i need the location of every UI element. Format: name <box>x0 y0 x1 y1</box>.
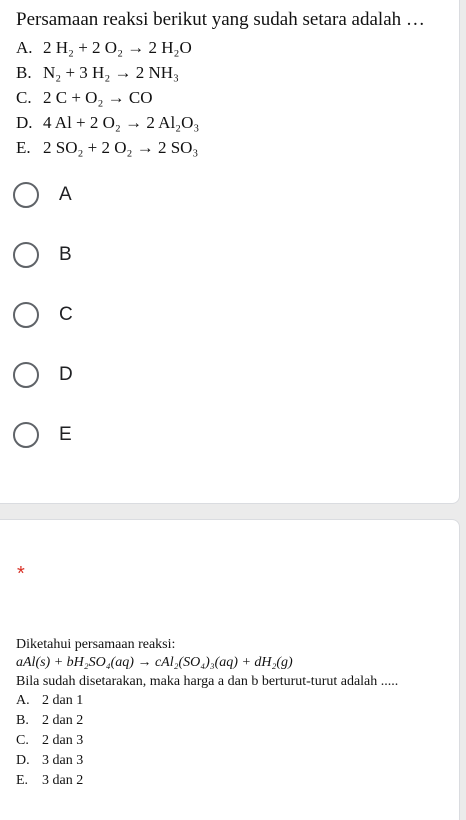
option-letter: C. <box>16 733 29 748</box>
option-letter: E. <box>16 138 31 157</box>
question-card-1: Persamaan reaksi berikut yang sudah seta… <box>0 0 460 504</box>
radio-button[interactable] <box>13 182 39 208</box>
radio-button[interactable] <box>13 422 39 448</box>
option-equation: 2 C + O₂ → CO <box>43 88 153 107</box>
question-2-option-d: D. 3 dan 3 <box>16 753 83 769</box>
question-2-option-e: E. 3 dan 2 <box>16 773 83 789</box>
option-letter: C. <box>16 88 32 107</box>
option-letter: B. <box>16 713 29 728</box>
option-letter: D. <box>16 113 33 132</box>
radio-button[interactable] <box>13 302 39 328</box>
question-2-option-c: C. 2 dan 3 <box>16 733 83 749</box>
question-2-prompt: Bila sudah disetarakan, maka harga a dan… <box>16 674 399 689</box>
radio-label: D <box>59 364 73 385</box>
option-equation: N₂ + 3 H₂ → 2 NH₃ <box>43 63 179 82</box>
question-1-option-d: D. 4 Al + 2 O₂ → 2 Al₂O₃ <box>16 113 199 133</box>
question-2-option-a: A. 2 dan 1 <box>16 693 83 709</box>
radio-button[interactable] <box>13 362 39 388</box>
radio-label: E <box>59 424 72 445</box>
option-text: 2 dan 1 <box>42 693 84 708</box>
question-2-option-b: B. 2 dan 2 <box>16 713 83 729</box>
question-2-intro: Diketahui persamaan reaksi: <box>16 637 176 652</box>
question-2-equation: aAl(s) + bH₂SO₄(aq) → cAl₂(SO₄)₃(aq) + d… <box>16 655 293 670</box>
question-1-option-e: E. 2 SO₂ + 2 O₂ → 2 SO₃ <box>16 138 198 158</box>
option-letter: E. <box>16 773 29 788</box>
radio-label: B <box>59 244 72 265</box>
required-marker: * <box>17 563 25 585</box>
radio-option-b[interactable]: B <box>13 242 313 274</box>
option-text: 2 dan 3 <box>42 733 84 748</box>
question-1-option-b: B. N₂ + 3 H₂ → 2 NH₃ <box>16 63 179 83</box>
option-text: 3 dan 3 <box>42 753 84 768</box>
option-equation: 2 H₂ + 2 O₂ → 2 H₂O <box>43 38 192 57</box>
radio-label: C <box>59 304 73 325</box>
radio-option-a[interactable]: A <box>13 182 313 214</box>
option-equation: 2 SO₂ + 2 O₂ → 2 SO₃ <box>43 138 199 157</box>
option-text: 2 dan 2 <box>42 713 84 728</box>
option-equation: 4 Al + 2 O₂ → 2 Al₂O₃ <box>43 113 200 132</box>
radio-button[interactable] <box>13 242 39 268</box>
question-1-option-c: C. 2 C + O₂ → CO <box>16 88 153 108</box>
radio-option-e[interactable]: E <box>13 422 313 454</box>
question-1-option-a: A. 2 H₂ + 2 O₂ → 2 H₂O <box>16 38 192 58</box>
radio-label: A <box>59 184 72 205</box>
option-letter: A. <box>16 38 33 57</box>
radio-option-c[interactable]: C <box>13 302 313 334</box>
radio-option-d[interactable]: D <box>13 362 313 394</box>
option-letter: B. <box>16 63 32 82</box>
option-letter: D. <box>16 753 30 768</box>
option-letter: A. <box>16 693 30 708</box>
option-text: 3 dan 2 <box>42 773 84 788</box>
question-1-text: Persamaan reaksi berikut yang sudah seta… <box>16 9 425 30</box>
